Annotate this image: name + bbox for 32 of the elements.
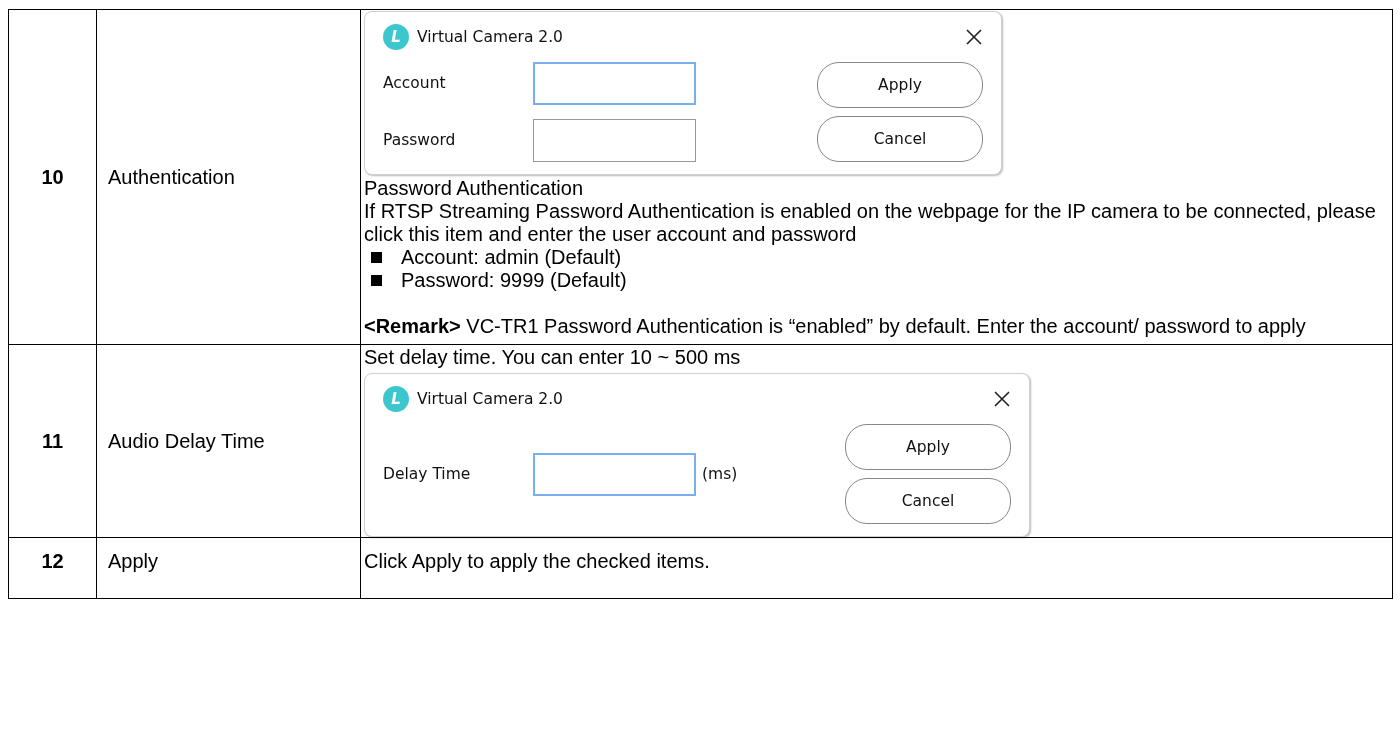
remark-text: <Remark> VC-TR1 Password Authentication is “enabled” by default. Enter the account/ password to apply xyxy=(364,315,1307,339)
description-text: Password Authentication xyxy=(364,177,585,200)
dialog-button[interactable]: Apply xyxy=(845,424,1011,470)
bullet-text: Account: admin (Default) xyxy=(401,246,622,269)
dialog-button[interactable]: Apply xyxy=(817,62,983,108)
window-title: Virtual Camera 2.0 xyxy=(417,26,564,48)
app-logo-icon: L xyxy=(383,24,409,50)
app-logo-icon: L xyxy=(383,386,409,412)
input-field[interactable] xyxy=(533,62,696,105)
unit-label: (ms) xyxy=(702,463,738,485)
description-text: If RTSP Streaming Password Authentication is enabled on the webpage for the IP camera to be connected, please click this item and enter the user account and password xyxy=(364,200,1377,246)
description-text: Set delay time. You can enter 10 ~ 500 ms xyxy=(364,346,742,369)
field-label: Account xyxy=(383,73,447,94)
dialog-button[interactable]: Cancel xyxy=(817,116,983,162)
close-icon[interactable] xyxy=(993,390,1011,408)
field-label: Password xyxy=(383,130,457,151)
row-number: 12 xyxy=(8,537,97,599)
close-icon[interactable] xyxy=(965,28,983,46)
item-name: Apply xyxy=(96,537,361,599)
description-text: Click Apply to apply the checked items. xyxy=(364,550,711,573)
input-field[interactable] xyxy=(533,119,696,162)
item-name: Authentication xyxy=(96,9,361,345)
row-number: 10 xyxy=(8,9,97,345)
bullet-icon xyxy=(371,275,382,286)
dialog-button[interactable]: Cancel xyxy=(845,478,1011,524)
input-field[interactable] xyxy=(533,452,696,496)
window-title: Virtual Camera 2.0 xyxy=(417,388,564,410)
row-number: 11 xyxy=(8,344,97,538)
item-name: Audio Delay Time xyxy=(96,344,361,538)
field-label: Delay Time xyxy=(383,463,472,485)
bullet-text: Password: 9999 (Default) xyxy=(401,269,627,292)
bullet-icon xyxy=(371,252,382,263)
